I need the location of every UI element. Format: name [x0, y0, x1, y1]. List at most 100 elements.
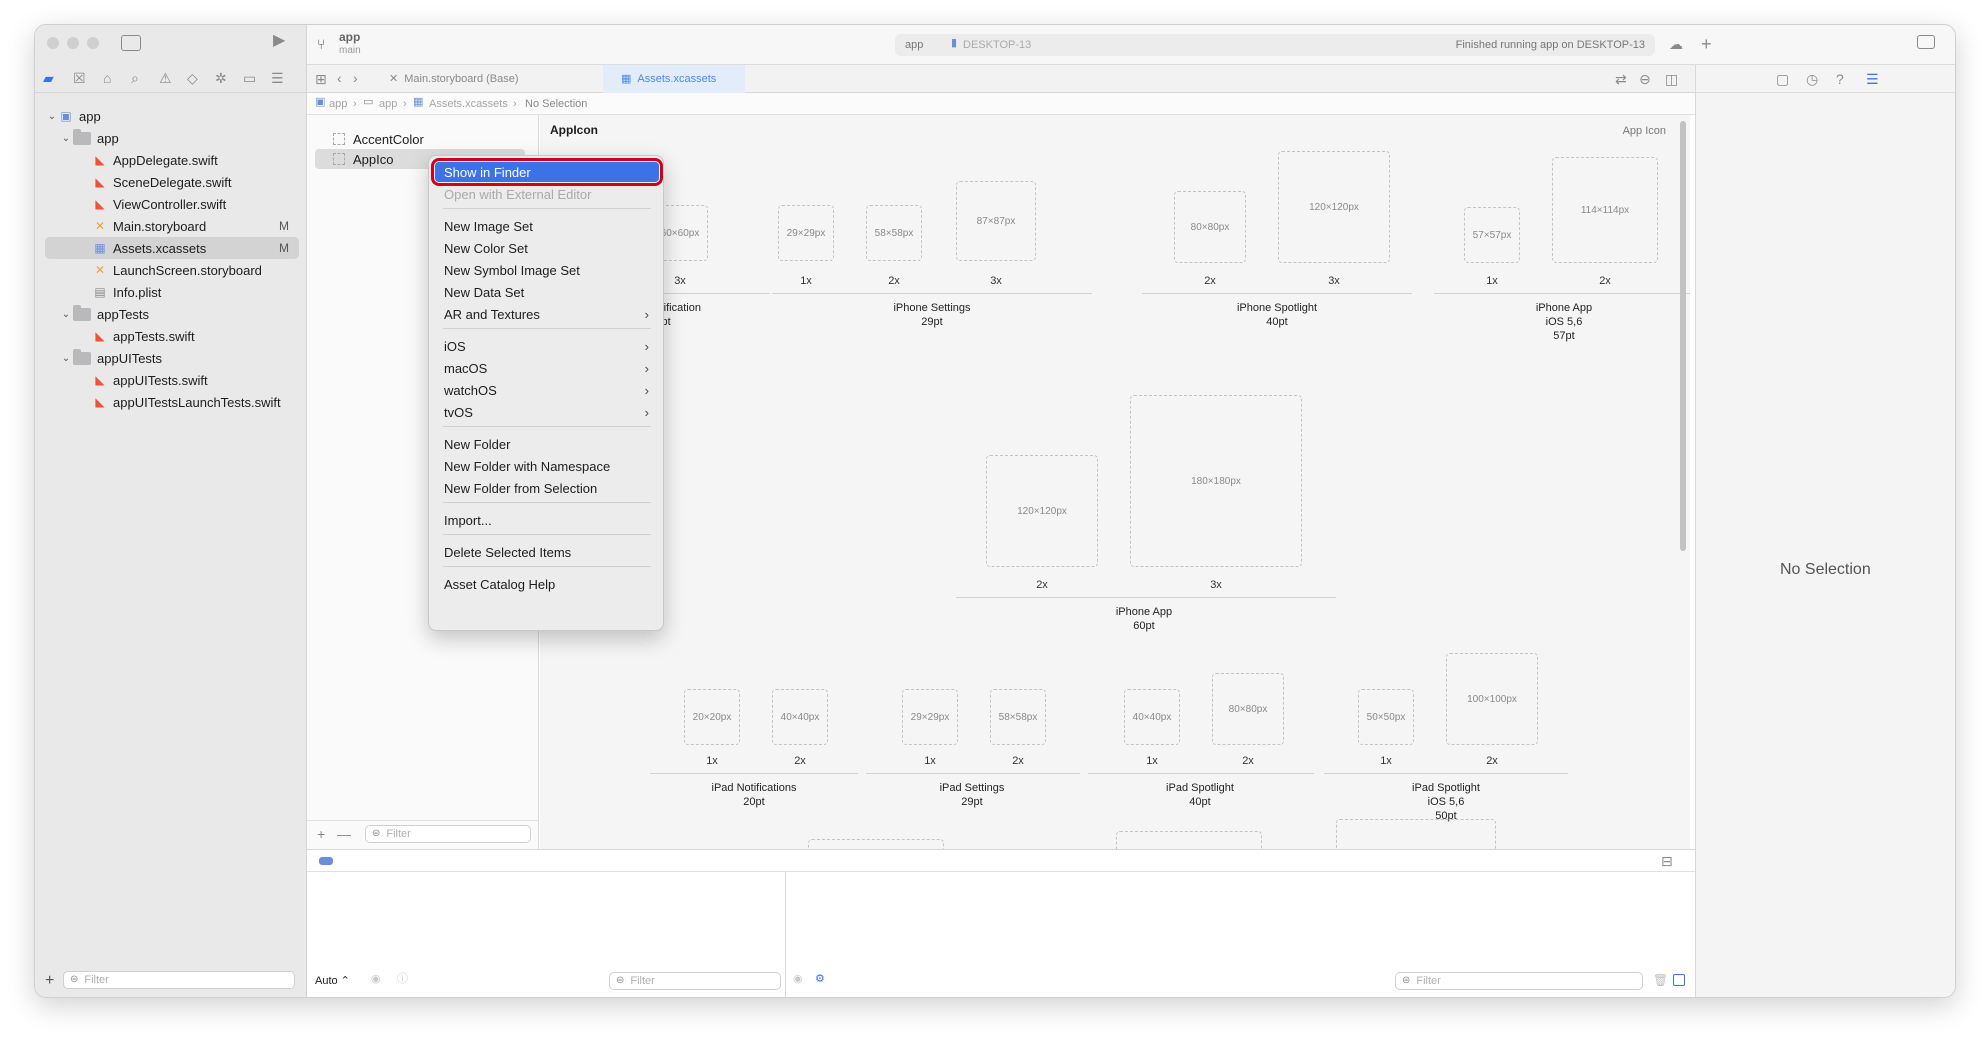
add-library-button[interactable]: +	[1701, 35, 1712, 53]
inspector-toggle-icon[interactable]	[1917, 35, 1935, 49]
debug-icon[interactable]: ✲	[215, 71, 227, 85]
icon-slot[interactable]: 29×29px	[778, 205, 834, 261]
jump-item-folder[interactable]: app	[379, 98, 397, 110]
collapse-debug-icon[interactable]: ⊟	[1661, 854, 1673, 868]
report-icon[interactable]: ☰	[271, 71, 284, 85]
menu-item-new-data-set[interactable]: New Data Set	[435, 282, 659, 302]
status-scheme[interactable]: app	[905, 39, 923, 51]
sidebar-item-appdelegate-swift[interactable]: ◣ AppDelegate.swift	[45, 149, 299, 171]
status-device[interactable]: DESKTOP-13	[963, 39, 1031, 51]
trash-icon[interactable]: 🗑	[1653, 974, 1668, 986]
chevron-down-icon[interactable]: ⌄	[59, 133, 73, 144]
scheme-name[interactable]: app	[339, 30, 360, 44]
menu-item-open-external-editor[interactable]: Open with External Editor	[435, 184, 659, 204]
sidebar-toggle-icon[interactable]	[121, 35, 141, 51]
file-inspector-icon[interactable]: ▢	[1776, 72, 1789, 86]
back-arrow-icon[interactable]: ‹	[337, 71, 342, 85]
run-button[interactable]: ▶	[273, 33, 285, 49]
sidebar-item-apptests[interactable]: ⌄ appTests	[45, 303, 299, 325]
icon-slot[interactable]: 29×29px	[902, 689, 958, 745]
find-icon[interactable]: ⌕	[131, 71, 139, 85]
options-icon[interactable]: ⊖	[1639, 72, 1651, 86]
remove-asset-button[interactable]: —	[337, 827, 351, 841]
minimize-window-button[interactable]	[67, 37, 79, 49]
sidebar-item-app[interactable]: ⌄ ▣ app	[45, 105, 299, 127]
icon-slot[interactable]: 114×114px	[1552, 157, 1658, 263]
console-options-icon[interactable]: ⚙	[815, 974, 825, 985]
sidebar-item-scenedelegate-swift[interactable]: ◣ SceneDelegate.swift	[45, 171, 299, 193]
menu-item-macos[interactable]: macOS ›	[435, 358, 659, 378]
add-asset-button[interactable]: +	[317, 827, 325, 841]
history-inspector-icon[interactable]: ◷	[1806, 72, 1818, 86]
icon-slot[interactable]: 58×58px	[990, 689, 1046, 745]
cloud-icon[interactable]: ☁	[1669, 37, 1683, 51]
sidebar-item-info-plist[interactable]: ▤ Info.plist	[45, 281, 299, 303]
icon-slot[interactable]: 40×40px	[1124, 689, 1180, 745]
icon-slot[interactable]: 80×80px	[1212, 673, 1284, 745]
icon-slot[interactable]: 100×100px	[1446, 653, 1538, 745]
eye-icon[interactable]: ◉	[793, 974, 803, 985]
forward-arrow-icon[interactable]: ›	[353, 71, 358, 85]
branch-name[interactable]: main	[339, 45, 361, 56]
sidebar-item-viewcontroller-swift[interactable]: ◣ ViewController.swift	[45, 193, 299, 215]
bookmark-icon[interactable]: ⌂	[103, 71, 111, 85]
jump-item-selection[interactable]: No Selection	[525, 98, 587, 110]
chevron-down-icon[interactable]: ⌄	[45, 111, 59, 122]
menu-item-delete-selected[interactable]: Delete Selected Items	[435, 542, 659, 562]
menu-item-show-in-finder[interactable]: Show in Finder	[431, 158, 663, 186]
asset-filter-input[interactable]: ⊜ Filter	[365, 825, 531, 843]
icon-slot[interactable]: 58×58px	[866, 205, 922, 261]
icon-slot[interactable]: 120×120px	[1278, 151, 1390, 263]
variables-filter-input[interactable]: ⊜ Filter	[609, 972, 781, 990]
menu-item-new-folder[interactable]: New Folder	[435, 434, 659, 454]
menu-item-new-symbol-image-set[interactable]: New Symbol Image Set	[435, 260, 659, 280]
icon-slot[interactable]: 50×50px	[1358, 689, 1414, 745]
menu-item-help[interactable]: Asset Catalog Help	[435, 574, 659, 594]
source-control-icon[interactable]: ☒	[73, 71, 86, 85]
sidebar-item-apptests-swift[interactable]: ◣ appTests.swift	[45, 325, 299, 347]
help-inspector-icon[interactable]: ?	[1836, 72, 1844, 86]
related-items-icon[interactable]: ⇄	[1615, 72, 1627, 86]
add-file-button[interactable]: +	[45, 973, 54, 989]
jump-item-project[interactable]: app	[329, 98, 347, 110]
asset-item-accentcolor[interactable]: AccentColor	[315, 129, 525, 149]
grid-icon[interactable]: ⊞	[315, 72, 327, 86]
icon-slot[interactable]: 87×87px	[956, 181, 1036, 261]
icon-slot[interactable]	[808, 839, 944, 849]
tab-assets[interactable]: ▦ Assets.xcassets	[603, 65, 745, 93]
menu-item-new-color-set[interactable]: New Color Set	[435, 238, 659, 258]
menu-item-new-image-set[interactable]: New Image Set	[435, 216, 659, 236]
icon-slot[interactable]: 180×180px	[1130, 395, 1302, 567]
sidebar-item-app[interactable]: ⌄ app	[45, 127, 299, 149]
tab-main-storyboard[interactable]: ✕ Main.storyboard (Base)	[375, 65, 575, 93]
chevron-down-icon[interactable]: ⌄	[59, 353, 73, 364]
close-tab-icon[interactable]: ✕	[389, 73, 398, 85]
test-icon[interactable]: ◇	[187, 71, 198, 85]
menu-item-ios[interactable]: iOS ›	[435, 336, 659, 356]
menu-item-watchos[interactable]: watchOS ›	[435, 380, 659, 400]
icon-slot[interactable]: 40×40px	[772, 689, 828, 745]
sidebar-item-appuitests-swift[interactable]: ◣ appUITests.swift	[45, 369, 299, 391]
sidebar-item-appuitestslaunchtests-swift[interactable]: ◣ appUITestsLaunchTests.swift	[45, 391, 299, 413]
icon-slot[interactable]	[1336, 819, 1496, 849]
sidebar-item-assets-xcassets[interactable]: ▦ Assets.xcassets M	[45, 237, 299, 259]
menu-item-new-folder-namespace[interactable]: New Folder with Namespace	[435, 456, 659, 476]
console-filter-input[interactable]: ⊜ Filter	[1395, 972, 1643, 990]
menu-item-ar-textures[interactable]: AR and Textures ›	[435, 304, 659, 324]
icon-slot[interactable]: 57×57px	[1464, 207, 1520, 263]
breakpoint-icon[interactable]: ▭	[243, 71, 256, 85]
close-window-button[interactable]	[47, 37, 59, 49]
debug-toggle-icon[interactable]	[319, 857, 333, 865]
info-icon[interactable]: ⓘ	[397, 974, 408, 985]
eye-icon[interactable]: ◉	[371, 974, 381, 985]
icon-slot[interactable]	[1116, 831, 1262, 849]
layout-icon[interactable]	[1673, 974, 1685, 986]
icon-slot[interactable]: 120×120px	[986, 455, 1098, 567]
icon-slot[interactable]: 20×20px	[684, 689, 740, 745]
sidebar-item-launchscreen-storyboard[interactable]: ✕ LaunchScreen.storyboard	[45, 259, 299, 281]
split-editor-icon[interactable]: ◫	[1665, 72, 1678, 86]
sidebar-item-main-storyboard[interactable]: ✕ Main.storyboard M	[45, 215, 299, 237]
vertical-scrollbar[interactable]	[1680, 121, 1686, 551]
issue-icon[interactable]: ⚠	[159, 71, 172, 85]
menu-item-new-folder-selection[interactable]: New Folder from Selection	[435, 478, 659, 498]
